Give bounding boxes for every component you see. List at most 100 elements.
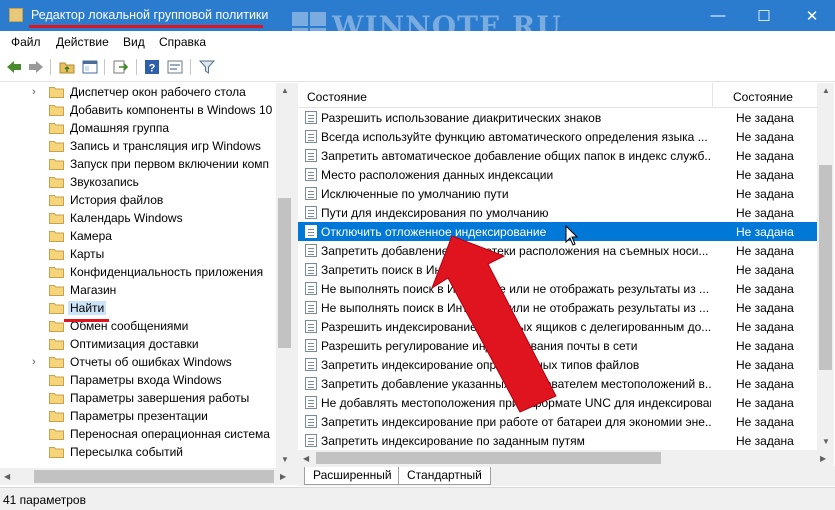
scroll-right-icon[interactable]: ▶ [820, 454, 826, 463]
scroll-down-icon[interactable]: ▼ [281, 455, 289, 464]
scroll-right-icon[interactable]: ▶ [280, 472, 286, 481]
tree-item[interactable]: Обмен сообщениями [0, 317, 276, 335]
close-button[interactable]: ✕ [789, 0, 835, 31]
policy-setting-icon [305, 206, 317, 219]
filter-icon[interactable] [198, 58, 216, 76]
table-row[interactable]: Разрешить использование диакритических з… [298, 108, 817, 127]
folder-icon [49, 231, 64, 242]
tab-extended[interactable]: Расширенный [304, 467, 401, 485]
tree-item[interactable]: › Отчеты об ошибках Windows [0, 353, 276, 371]
toolbar-separator [50, 59, 51, 75]
scroll-up-icon[interactable]: ▲ [822, 86, 830, 95]
policy-setting-icon [305, 339, 317, 352]
expand-chevron-icon[interactable]: › [32, 86, 36, 98]
scrollbar-thumb[interactable] [34, 470, 274, 483]
tree-item[interactable]: Запуск при первом включении комп [0, 155, 276, 173]
minimize-button[interactable]: — [695, 0, 741, 31]
table-row[interactable]: Запретить поиск в Интернете Не задана [298, 260, 817, 279]
setting-name: Запретить добавление указанных пользоват… [321, 377, 711, 391]
tree-item[interactable]: Магазин [0, 281, 276, 299]
tree-item[interactable]: Камера [0, 227, 276, 245]
back-icon[interactable] [5, 58, 23, 76]
table-row[interactable]: Не выполнять поиск в Интернете или не от… [298, 298, 817, 317]
table-row[interactable]: Отключить отложенное индексирование Не за… [298, 222, 817, 241]
view-tabs: Расширенный Стандартный [298, 466, 835, 486]
folder-icon [49, 429, 64, 440]
column-header-setting[interactable]: Состояние [307, 90, 367, 104]
setting-state: Не задана [736, 358, 794, 372]
tree-item[interactable]: Найти [0, 299, 276, 317]
tree-item[interactable]: Параметры входа Windows [0, 371, 276, 389]
expand-chevron-icon[interactable]: › [32, 356, 36, 368]
table-row[interactable]: Запретить индексирование по заданным пут… [298, 431, 817, 450]
tree-item-label: Конфиденциальность приложения [70, 265, 264, 279]
table-row[interactable]: Не выполнять поиск в Интернете или не от… [298, 279, 817, 298]
tree-vertical-scrollbar[interactable]: ▲ ▼ [276, 83, 293, 468]
tree-item-label: Запуск при первом включении комп [70, 157, 270, 171]
tree-item[interactable]: Параметры презентации [0, 407, 276, 425]
scroll-left-icon[interactable]: ◀ [4, 472, 10, 481]
setting-name: Запретить поиск в Интернете [321, 263, 485, 277]
tree-item[interactable]: Добавить компоненты в Windows 10 [0, 101, 276, 119]
policy-setting-icon [305, 282, 317, 295]
table-row[interactable]: Запретить индексирование при работе от б… [298, 412, 817, 431]
setting-state: Не задана [736, 225, 794, 239]
table-row[interactable]: Запретить индексирование определенных ти… [298, 355, 817, 374]
table-row[interactable]: Исключенные по умолчанию пути Не задана [298, 184, 817, 203]
scroll-down-icon[interactable]: ▼ [822, 437, 830, 446]
scrollbar-thumb[interactable] [278, 198, 291, 348]
folder-icon [49, 87, 64, 98]
tree-item[interactable]: Звукозапись [0, 173, 276, 191]
properties-icon[interactable] [166, 58, 184, 76]
folder-icon [49, 375, 64, 386]
table-row[interactable]: Запретить добавление библиотеки располож… [298, 241, 817, 260]
tree-item[interactable]: История файлов [0, 191, 276, 209]
tree-item[interactable]: Запись и трансляция игр Windows [0, 137, 276, 155]
menu-action[interactable]: Действие [56, 35, 109, 49]
tree-item[interactable]: Оптимизация доставки [0, 335, 276, 353]
table-row[interactable]: Запретить добавление указанных пользоват… [298, 374, 817, 393]
column-header-state[interactable]: Состояние [733, 90, 793, 104]
menu-file[interactable]: Файл [11, 35, 41, 49]
tree-item[interactable]: Домашняя группа [0, 119, 276, 137]
scroll-up-icon[interactable]: ▲ [281, 86, 289, 95]
scrollbar-thumb[interactable] [819, 165, 832, 370]
table-row[interactable]: Разрешить индексирование почтовых ящиков… [298, 317, 817, 336]
tab-standard[interactable]: Стандартный [398, 467, 491, 485]
table-row[interactable]: Не добавлять местоположения при в формат… [298, 393, 817, 412]
help-icon[interactable]: ? [143, 58, 161, 76]
tree-item[interactable]: Переносная операционная система [0, 425, 276, 443]
up-folder-icon[interactable] [58, 58, 76, 76]
column-divider[interactable] [712, 83, 713, 108]
list-horizontal-scrollbar[interactable]: ◀ ▶ [298, 450, 834, 466]
tree-item[interactable]: Карты [0, 245, 276, 263]
maximize-button[interactable]: ☐ [741, 0, 787, 31]
export-icon[interactable] [112, 58, 130, 76]
scrollbar-thumb[interactable] [316, 452, 661, 464]
tree-item[interactable]: Конфиденциальность приложения [0, 263, 276, 281]
table-row[interactable]: Разрешить регулирование индексирования п… [298, 336, 817, 355]
table-row[interactable]: Пути для индексирования по умолчанию Не з… [298, 203, 817, 222]
tree-item[interactable]: Пересылка событий [0, 443, 276, 461]
setting-name: Запретить добавление библиотеки располож… [321, 244, 709, 258]
table-row[interactable]: Запретить автоматическое добавление общи… [298, 146, 817, 165]
setting-name: Не выполнять поиск в Интернете или не от… [321, 301, 710, 315]
scroll-left-icon[interactable]: ◀ [303, 454, 309, 463]
tree-horizontal-scrollbar[interactable]: ◀ ▶ [0, 468, 293, 485]
toolbar-separator [136, 59, 137, 75]
table-row[interactable]: Место расположения данных индексации Не з… [298, 165, 817, 184]
setting-state: Не задана [736, 415, 794, 429]
tree-item-label: Параметры презентации [70, 409, 208, 423]
menu-help[interactable]: Справка [159, 35, 206, 49]
setting-name: Место расположения данных индексации [321, 168, 554, 182]
list-vertical-scrollbar[interactable]: ▲ ▼ [817, 83, 834, 450]
tree-item[interactable]: Календарь Windows [0, 209, 276, 227]
menu-view[interactable]: Вид [123, 35, 145, 49]
toolbar-separator [104, 59, 105, 75]
table-row[interactable]: Всегда используйте функцию автоматическо… [298, 127, 817, 146]
folder-icon [49, 105, 64, 116]
show-tree-icon[interactable] [81, 58, 99, 76]
tree-item[interactable]: › Диспетчер окон рабочего стола [0, 83, 276, 101]
tree-item[interactable]: Параметры завершения работы [0, 389, 276, 407]
forward-icon[interactable] [27, 58, 45, 76]
